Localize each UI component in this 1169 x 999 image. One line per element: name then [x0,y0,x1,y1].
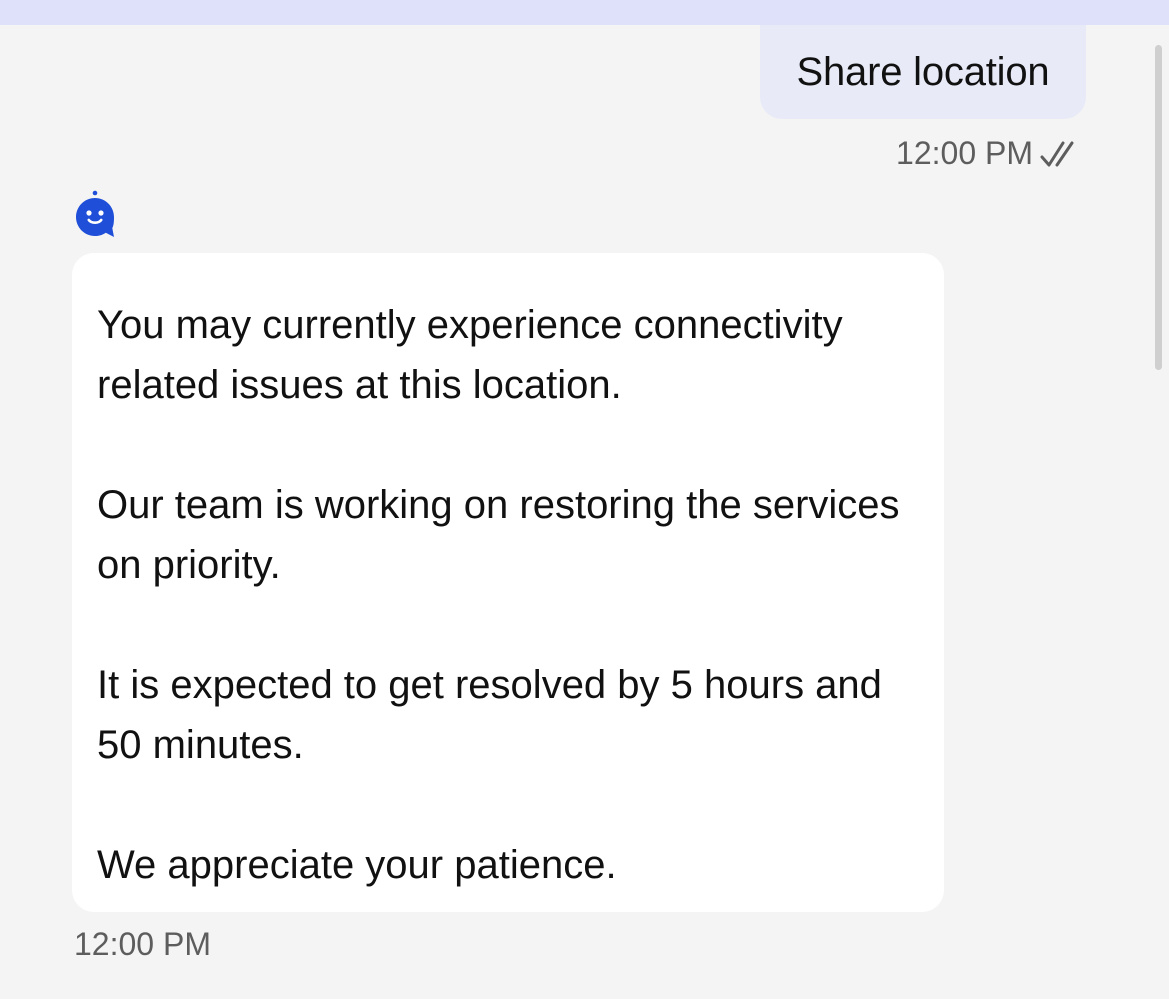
user-message-bubble: Share location [760,25,1086,119]
user-message-timestamp: 12:00 PM [896,135,1033,171]
double-check-icon [1040,141,1074,166]
bot-message-paragraph: You may currently experience connectivit… [97,303,843,407]
bot-message-timestamp: 12:00 PM [74,926,211,962]
bot-message-bubble: You may currently experience connectivit… [72,253,944,912]
chat-scrollbar[interactable] [1147,25,1169,999]
top-header-strip [0,0,1169,25]
bot-message-paragraph: We appreciate your patience. [97,843,617,887]
bot-message-paragraph: It is expected to get resolved by 5 hour… [97,663,882,767]
user-message-text: Share location [796,49,1050,94]
user-message-meta: 12:00 PM [896,135,1085,172]
chat-bot-icon [76,190,114,237]
chat-area: Share location 12:00 PM You may currentl… [0,25,1169,999]
scrollbar-thumb[interactable] [1155,45,1162,370]
bot-message-paragraph: Our team is working on restoring the ser… [97,483,900,587]
